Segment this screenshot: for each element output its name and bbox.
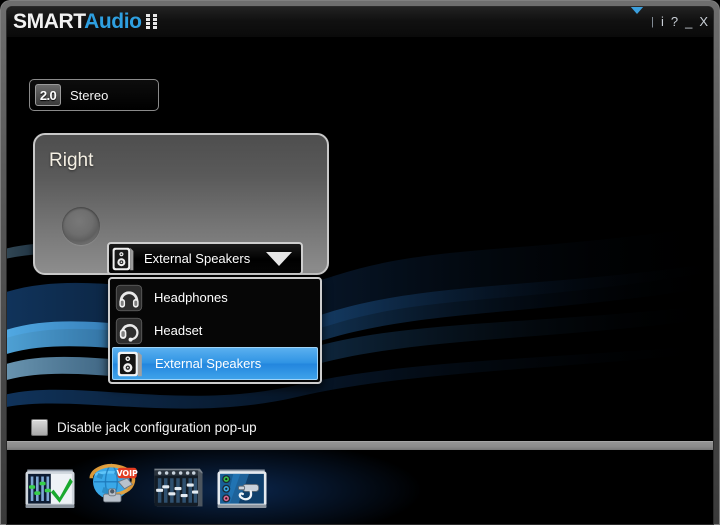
minimize-button[interactable]: _ <box>685 15 692 29</box>
smartaudio-window: SMARTAudio | i ? _ X 2.0 Stereo Right Ex… <box>0 0 720 525</box>
close-button[interactable]: X <box>699 15 708 29</box>
bottom-toolbar: OVERCLOCKERS.UA <box>7 450 713 524</box>
mixer-icon[interactable] <box>150 462 206 512</box>
logo-text-secondary: Audio <box>84 10 142 33</box>
dropdown-option-headphones[interactable]: Headphones <box>112 281 318 314</box>
dropdown-option-label: Headphones <box>154 290 228 305</box>
app-logo: SMARTAudio <box>13 11 158 33</box>
device-type-dropdown-list: Headphones Headset External Speakers <box>108 277 322 384</box>
dropdown-option-headset[interactable]: Headset <box>112 314 318 347</box>
dropdown-selected-label: External Speakers <box>144 251 251 266</box>
window-inner: SMARTAudio | i ? _ X 2.0 Stereo Right Ex… <box>6 6 714 525</box>
chevron-down-icon[interactable] <box>266 251 292 266</box>
voip-globe-icon[interactable]: VOIP <box>86 462 142 512</box>
help-button[interactable]: ? <box>671 15 678 29</box>
dropdown-option-label: External Speakers <box>155 356 262 371</box>
headphones-icon <box>115 284 143 311</box>
dropdown-option-label: Headset <box>154 323 203 338</box>
disable-popup-row[interactable]: Disable jack configuration pop-up <box>31 419 257 436</box>
speaker-mode-badge: 2.0 <box>35 84 61 106</box>
options-dropdown-button[interactable] <box>630 7 645 29</box>
device-type-dropdown[interactable]: External Speakers <box>107 242 303 275</box>
jack-ports-icon[interactable] <box>214 462 270 512</box>
headset-icon <box>115 317 143 344</box>
client-area: 2.0 Stereo Right External Speakers Headp… <box>7 37 713 524</box>
disable-popup-label: Disable jack configuration pop-up <box>57 420 257 435</box>
logo-text-primary: SMART <box>13 10 85 33</box>
svg-text:VOIP: VOIP <box>116 469 138 478</box>
chevron-down-icon <box>630 7 645 29</box>
speaker-icon <box>112 247 134 270</box>
disable-popup-checkbox[interactable] <box>31 419 48 436</box>
panel-title: Right <box>49 150 94 171</box>
speaker-mode-label: Stereo <box>70 87 109 103</box>
window-controls: | i ? _ X <box>630 7 708 31</box>
audio-jack-port-icon[interactable] <box>62 207 100 245</box>
dropdown-option-external-speakers[interactable]: External Speakers <box>112 347 318 380</box>
grid-icon <box>145 14 158 29</box>
control-separator: | <box>651 16 654 28</box>
speaker-icon <box>117 351 142 376</box>
equalizer-presets-icon[interactable] <box>22 462 78 512</box>
speaker-mode-box[interactable]: 2.0 Stereo <box>29 79 159 111</box>
title-bar: SMARTAudio | i ? _ X <box>7 7 713 38</box>
info-button[interactable]: i <box>661 15 664 29</box>
